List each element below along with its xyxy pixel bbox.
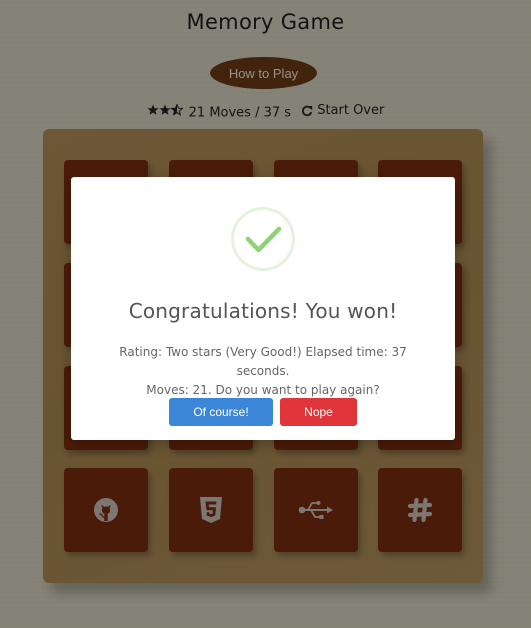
play-again-button[interactable]: Of course! xyxy=(169,398,273,426)
win-dialog: Congratulations! You won! Rating: Two st… xyxy=(71,177,455,440)
dialog-message: Rating: Two stars (Very Good!) Elapsed t… xyxy=(91,343,435,400)
dialog-message-line: Rating: Two stars (Very Good!) Elapsed t… xyxy=(119,345,407,378)
decline-button[interactable]: Nope xyxy=(280,398,357,426)
dialog-title: Congratulations! You won! xyxy=(128,299,398,323)
success-check-icon xyxy=(231,207,295,271)
